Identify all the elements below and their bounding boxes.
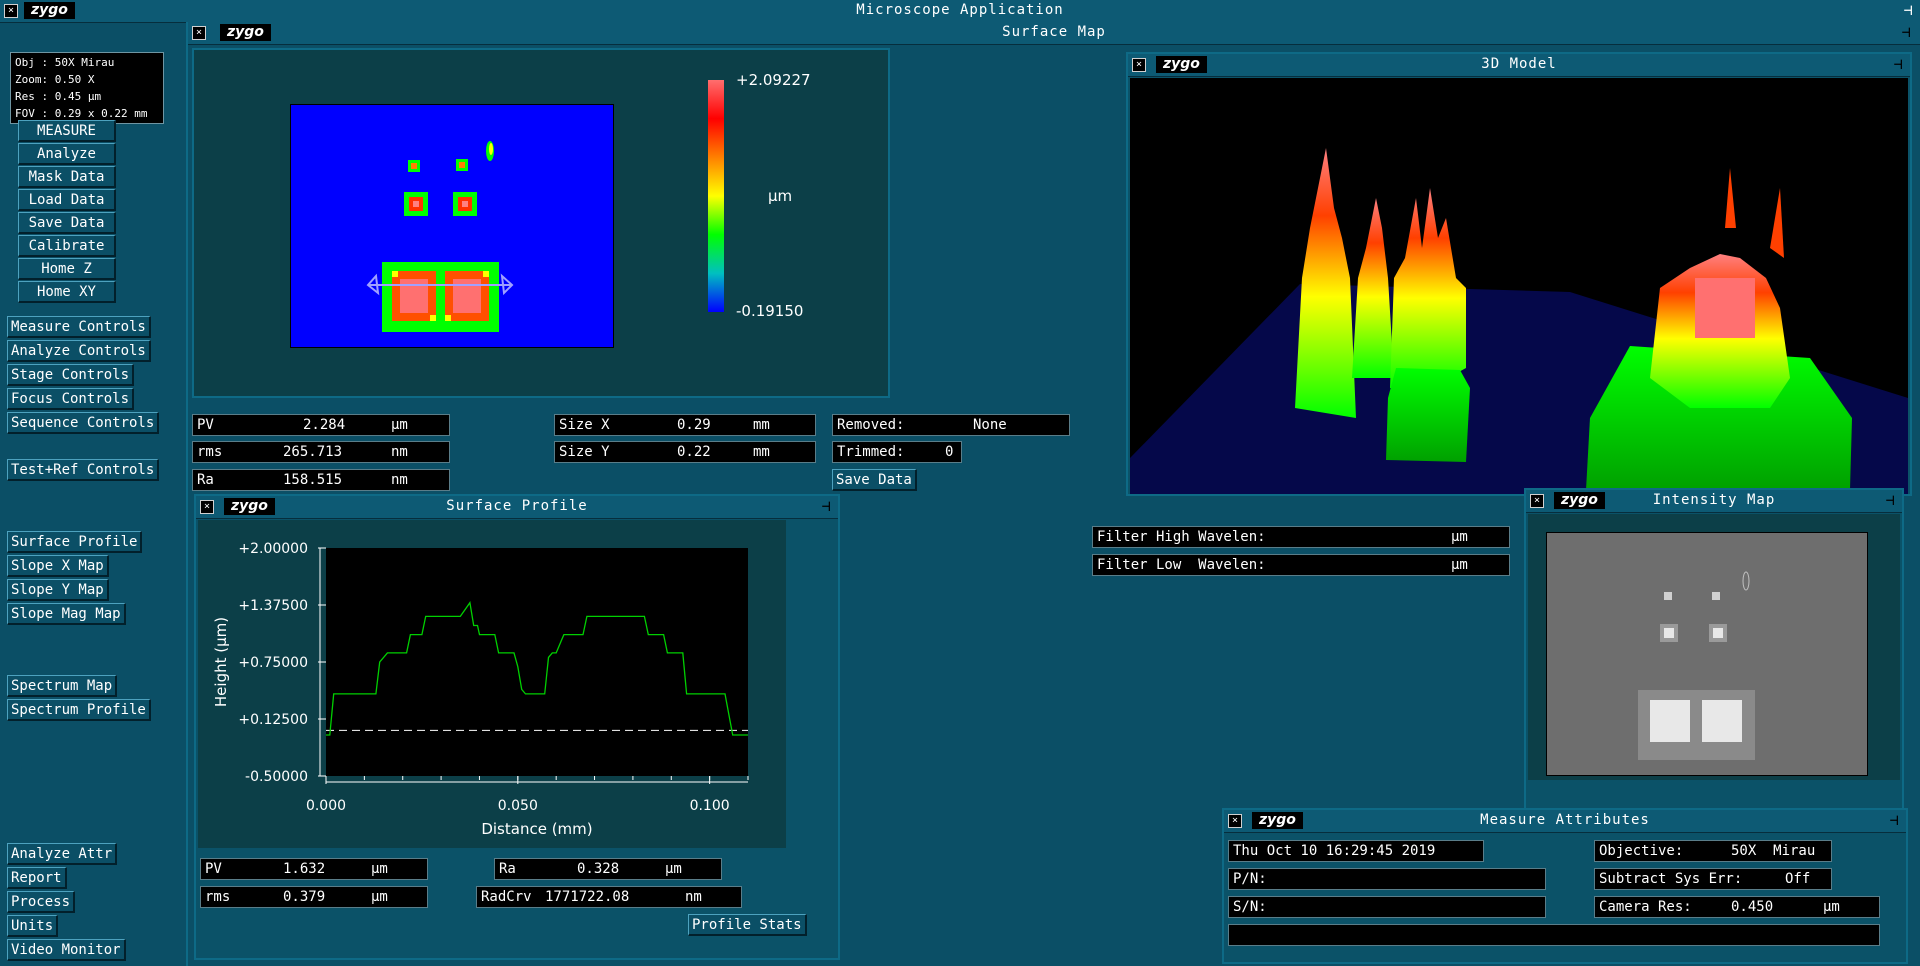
slope-y-map-button[interactable]: Slope Y Map xyxy=(7,579,109,601)
removed-field: Removed: None xyxy=(832,414,1070,436)
y-tick-label: -0.50000 xyxy=(245,769,308,785)
size-x-field: Size X 0.29 mm xyxy=(554,414,816,436)
app-title: Microscope Application xyxy=(856,2,1064,18)
objective-info-box: Obj : 50X Mirau Zoom: 0.50 X Res : 0.45 … xyxy=(10,52,164,124)
profile-rms-field: rms 0.379 µm xyxy=(200,886,428,908)
calibrate-button[interactable]: Calibrate xyxy=(18,235,116,257)
intensity-map-titlebar: × zygo Intensity Map ⊣ xyxy=(1526,490,1902,513)
y-tick-label: +0.12500 xyxy=(238,712,308,728)
surface-map-panel: +2.09227 µm -0.19150 xyxy=(192,48,890,398)
analyze-attr-button[interactable]: Analyze Attr xyxy=(7,843,118,865)
3d-model-window: × zygo 3D Model ⊣ xyxy=(1126,52,1912,496)
profile-ra-field: Ra 0.328 µm xyxy=(494,858,722,880)
home-z-button[interactable]: Home Z xyxy=(18,258,116,280)
process-button[interactable]: Process xyxy=(7,891,76,913)
test-ref-controls-button[interactable]: Test+Ref Controls xyxy=(7,459,160,481)
video-monitor-button[interactable]: Video Monitor xyxy=(7,939,126,961)
surface-profile-titlebar: × zygo Surface Profile ⊣ xyxy=(196,496,838,519)
filter-high-field[interactable]: Filter High Wavelen: µm xyxy=(1092,526,1510,548)
3d-center-base xyxy=(1386,368,1470,462)
surface-profile-title: Surface Profile xyxy=(446,498,588,514)
colorbar-unit-label: µm xyxy=(768,187,793,205)
x-tick-label: 0.000 xyxy=(306,798,346,814)
save-data-button[interactable]: Save Data xyxy=(18,212,116,234)
subtract-sys-err-field: Subtract Sys Err: Off xyxy=(1594,868,1832,890)
3d-model-title: 3D Model xyxy=(1481,56,1557,72)
units-button[interactable]: Units xyxy=(7,915,59,937)
surface-map-image[interactable] xyxy=(290,104,614,348)
spectrum-map-button[interactable]: Spectrum Map xyxy=(7,675,118,697)
load-data-button[interactable]: Load Data xyxy=(18,189,116,211)
app-titlebar: × zygo Microscope Application ⊣ xyxy=(0,0,1920,23)
x-tick-label: 0.100 xyxy=(690,798,730,814)
profile-stats-button[interactable]: Profile Stats xyxy=(688,914,807,936)
surface-map-title: Surface Map xyxy=(1002,24,1106,40)
profile-radcrv-field: RadCrv 1771722.08 nm xyxy=(476,886,742,908)
x-tick-label: 0.050 xyxy=(498,798,538,814)
surface-profile-window: × zygo Surface Profile ⊣ +2.00000 +1.3750… xyxy=(194,494,840,960)
info-zoom: Zoom: 0.50 X xyxy=(15,73,95,86)
info-resolution: Res : 0.45 µm xyxy=(15,90,102,103)
plot-area xyxy=(326,548,748,776)
filter-low-field[interactable]: Filter Low Wavelen: µm xyxy=(1092,554,1510,576)
part-number-field[interactable]: P/N: xyxy=(1228,868,1546,890)
slope-x-map-button[interactable]: Slope X Map xyxy=(7,555,109,577)
pin-icon[interactable]: ⊣ xyxy=(1882,492,1898,508)
measure-attributes-window: × zygo Measure Attributes ⊣ Thu Oct 10 1… xyxy=(1222,808,1908,964)
x-axis-label: Distance (mm) xyxy=(481,820,592,838)
3d-right-block xyxy=(1695,278,1755,338)
trimmed-field: Trimmed: 0 xyxy=(832,441,962,463)
measure-button[interactable]: MEASURE xyxy=(18,120,116,142)
camera-res-field: Camera Res: 0.450 µm xyxy=(1594,896,1880,918)
focus-controls-button[interactable]: Focus Controls xyxy=(7,388,135,410)
notes-field[interactable] xyxy=(1228,924,1880,946)
save-data-button[interactable]: Save Data xyxy=(832,469,917,491)
y-tick-label: +0.75000 xyxy=(238,655,308,671)
pin-icon[interactable]: ⊣ xyxy=(1900,2,1916,18)
colorbar-min-label: -0.19150 xyxy=(736,302,804,320)
spectrum-profile-button[interactable]: Spectrum Profile xyxy=(7,699,151,721)
intensity-map-window: × zygo Intensity Map ⊣ xyxy=(1524,488,1904,812)
pin-icon[interactable]: ⊣ xyxy=(1890,56,1906,72)
pin-icon[interactable]: ⊣ xyxy=(818,498,834,514)
measure-controls-button[interactable]: Measure Controls xyxy=(7,316,151,338)
analyze-controls-button[interactable]: Analyze Controls xyxy=(7,340,151,362)
info-objective: Obj : 50X Mirau xyxy=(15,56,115,69)
colorbar xyxy=(708,80,724,312)
mask-data-button[interactable]: Mask Data xyxy=(18,166,116,188)
colorbar-max-label: +2.09227 xyxy=(736,71,811,89)
analyze-button[interactable]: Analyze xyxy=(18,143,116,165)
surface-profile-chart[interactable]: +2.00000 +1.37500 +0.75000 +0.12500 -0.50000… xyxy=(198,520,786,848)
surface-map-window: × zygo Surface Map ⊣ +2.09227 µm -0.1915… xyxy=(186,22,1920,966)
intensity-map-title: Intensity Map xyxy=(1652,492,1776,508)
surface-pv-field: PV 2.284 µm xyxy=(192,414,450,436)
surface-rms-field: rms 265.713 nm xyxy=(192,441,450,463)
stage-controls-button[interactable]: Stage Controls xyxy=(7,364,135,386)
sequence-controls-button[interactable]: Sequence Controls xyxy=(7,412,160,434)
slope-mag-map-button[interactable]: Slope Mag Map xyxy=(7,603,126,625)
profile-pv-field: PV 1.632 µm xyxy=(200,858,428,880)
size-y-field: Size Y 0.22 mm xyxy=(554,441,816,463)
y-tick-label: +2.00000 xyxy=(238,541,308,557)
pin-icon[interactable]: ⊣ xyxy=(1886,812,1902,828)
3d-model-render[interactable] xyxy=(1130,78,1908,494)
surface-profile-button[interactable]: Surface Profile xyxy=(7,531,143,553)
pin-icon[interactable]: ⊣ xyxy=(1898,24,1914,40)
measure-attributes-title: Measure Attributes xyxy=(1480,812,1650,828)
objective-field: Objective: 50X Mirau xyxy=(1594,840,1832,862)
measure-attributes-titlebar: × zygo Measure Attributes ⊣ xyxy=(1224,810,1906,833)
intensity-map-image[interactable] xyxy=(1546,532,1868,776)
home-xy-button[interactable]: Home XY xyxy=(18,281,116,303)
report-button[interactable]: Report xyxy=(7,867,67,889)
y-tick-label: +1.37500 xyxy=(238,598,308,614)
3d-model-titlebar: × zygo 3D Model ⊣ xyxy=(1128,54,1910,77)
serial-number-field[interactable]: S/N: xyxy=(1228,896,1546,918)
surface-ra-field: Ra 158.515 nm xyxy=(192,469,450,491)
datetime-field: Thu Oct 10 16:29:45 2019 xyxy=(1228,840,1484,862)
surface-map-titlebar: × zygo Surface Map ⊣ xyxy=(188,22,1920,45)
y-axis-label: Height (µm) xyxy=(212,617,230,707)
